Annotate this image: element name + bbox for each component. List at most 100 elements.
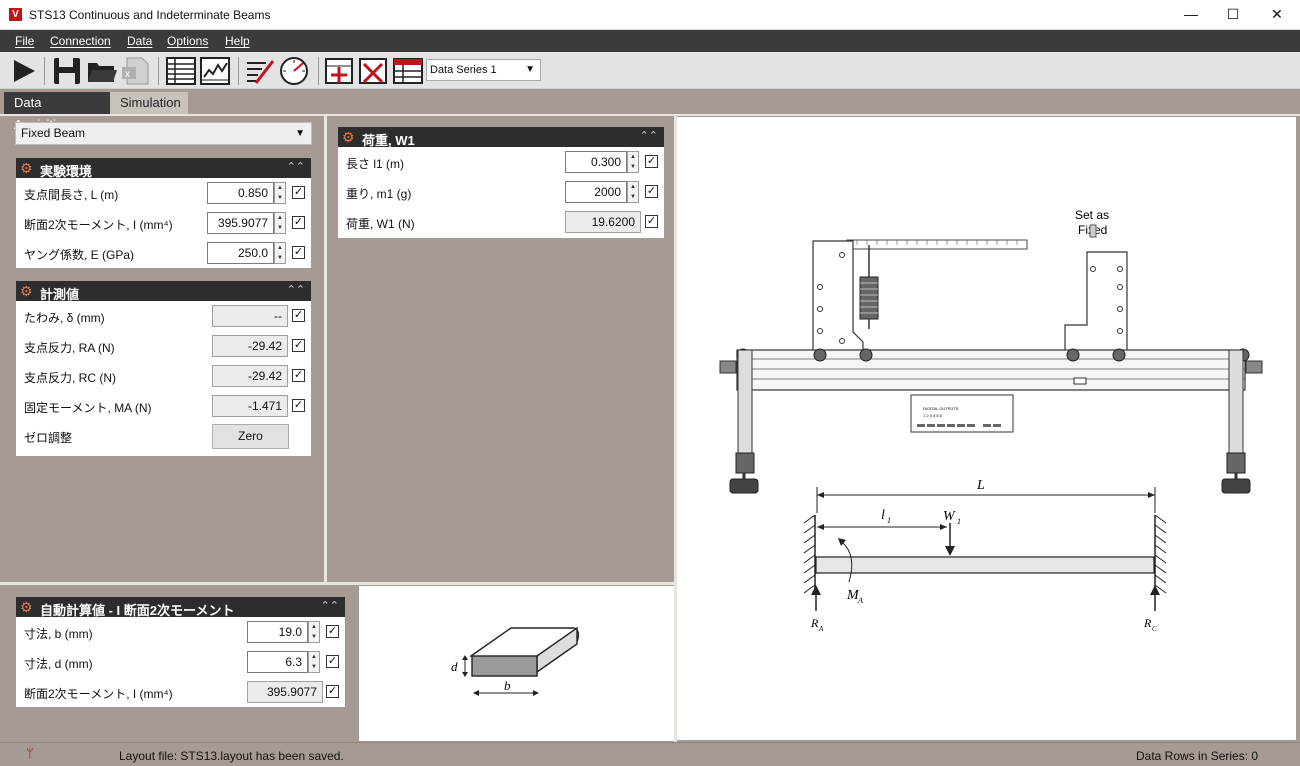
tab-data-acquisition[interactable]: Data Aquisition	[4, 92, 110, 132]
checkbox[interactable]: ✓	[292, 369, 305, 382]
param-row: 重り, m1 (g) 2000 ▲ ▼ ✓	[338, 177, 664, 207]
checkbox[interactable]: ✓	[292, 339, 305, 352]
moment-subscript: A	[857, 596, 863, 605]
minimize-button[interactable]: —	[1168, 0, 1214, 30]
data-series-select[interactable]: Data Series 1 ▼	[426, 59, 541, 81]
diagram-panel: Set as Fixed DIGITAL OUTP	[677, 117, 1296, 740]
table-settings-icon[interactable]	[392, 55, 424, 87]
param-row: 荷重, W1 (N) 19.6200 ✓	[338, 207, 664, 237]
maximize-button[interactable]: ☐	[1210, 0, 1256, 30]
load-length-input[interactable]: 0.300	[565, 151, 627, 173]
play-icon[interactable]	[8, 55, 40, 87]
load-distance-label: l	[881, 508, 885, 523]
load-group-header[interactable]: ⚙ 荷重, W1 ⌃⌃	[338, 127, 664, 148]
pane-divider[interactable]	[0, 582, 676, 585]
toolbar-separator	[44, 57, 45, 85]
spinner[interactable]: ▲ ▼	[627, 151, 639, 173]
field-label: たわみ, δ (mm)	[24, 311, 105, 325]
moment-input[interactable]: 395.9077	[207, 212, 274, 234]
spinner[interactable]: ▲ ▼	[308, 621, 320, 643]
menu-file[interactable]: File	[15, 34, 34, 48]
measured-group-header[interactable]: ⚙ 計測値 ⌃⌃	[16, 281, 311, 302]
checkbox[interactable]: ✓	[326, 625, 339, 638]
youngs-modulus-input[interactable]: 250.0	[207, 242, 274, 264]
load-value: 19.6200	[565, 211, 641, 233]
open-folder-icon[interactable]	[86, 55, 118, 87]
param-row: 寸法, b (mm) 19.0 ▲ ▼ ✓	[16, 617, 345, 647]
environment-group-header[interactable]: ⚙ 実験環境 ⌃⌃	[16, 158, 311, 179]
save-icon[interactable]	[51, 55, 83, 87]
field-label: 固定モーメント, MA (N)	[24, 401, 152, 415]
load-group: ⚙ 荷重, W1 ⌃⌃ 長さ l1 (m) 0.300 ▲ ▼ ✓ 重り, m1 (g) 20…	[338, 127, 664, 238]
checkbox[interactable]: ✓	[645, 215, 658, 228]
reaction-c-subscript: C	[1152, 625, 1157, 633]
app-logo: V	[9, 8, 22, 21]
gauge-icon[interactable]	[278, 55, 310, 87]
menu-help[interactable]: Help	[225, 34, 250, 48]
pane-divider[interactable]	[324, 114, 327, 582]
add-row-icon[interactable]	[324, 55, 356, 87]
param-row: ゼロ調整 Zero	[16, 421, 311, 451]
field-label: 断面2次モーメント, I (mm⁴)	[24, 218, 173, 232]
zero-button[interactable]: Zero	[212, 424, 289, 449]
load-distance-subscript: 1	[887, 516, 891, 525]
spinner[interactable]: ▲ ▼	[274, 182, 286, 204]
toolbar-separator	[318, 57, 319, 85]
checkbox[interactable]: ✓	[645, 155, 658, 168]
width-b-input[interactable]: 19.0	[247, 621, 308, 643]
tab-simulation[interactable]: Simulation	[110, 92, 188, 114]
panel-label: DIGITAL OUTPUTS	[923, 406, 959, 411]
width-label: b	[504, 678, 511, 693]
beam-type-value: Fixed Beam	[21, 126, 86, 140]
collapse-icon[interactable]: ⌃⌃	[287, 160, 305, 173]
collapse-icon[interactable]: ⌃⌃	[287, 283, 305, 296]
spinner[interactable]: ▲ ▼	[627, 181, 639, 203]
reaction-a-subscript: A	[818, 625, 824, 633]
environment-group: ⚙ 実験環境 ⌃⌃ 支点間長さ, L (m) 0.850 ▲ ▼ ✓ 断面2次モーメント, …	[16, 158, 311, 268]
spinner[interactable]: ▲ ▼	[274, 212, 286, 234]
title-bar: V STS13 Continuous and Indeterminate Bea…	[0, 0, 1300, 30]
depth-d-input[interactable]: 6.3	[247, 651, 308, 673]
reaction-a-value: -29.42	[212, 335, 288, 357]
param-row: 固定モーメント, MA (N) -1.471 ✓	[16, 391, 311, 421]
menu-connection[interactable]: Connection	[50, 34, 111, 48]
beam-type-select[interactable]: Fixed Beam ▼	[15, 122, 312, 145]
checkbox[interactable]: ✓	[292, 246, 305, 259]
zero-adjust-label: ゼロ調整	[24, 431, 73, 445]
checkbox[interactable]: ✓	[326, 685, 339, 698]
checkbox[interactable]: ✓	[326, 655, 339, 668]
spinner[interactable]: ▲ ▼	[274, 242, 286, 264]
menu-data[interactable]: Data	[127, 34, 152, 48]
param-row: 支点間長さ, L (m) 0.850 ▲ ▼ ✓	[16, 178, 311, 208]
menu-options[interactable]: Options	[167, 34, 208, 48]
param-row: ヤング係数, E (GPa) 250.0 ▲ ▼ ✓	[16, 238, 311, 268]
param-row: 断面2次モーメント, I (mm⁴) 395.9077 ✓	[16, 677, 345, 707]
checkbox[interactable]: ✓	[292, 186, 305, 199]
field-label: 荷重, W1 (N)	[346, 217, 415, 231]
field-label: 断面2次モーメント, I (mm⁴)	[24, 687, 173, 701]
chevron-down-icon: ▼	[525, 64, 535, 75]
checkbox[interactable]: ✓	[292, 216, 305, 229]
status-bar: ᛘ Layout file: STS13.layout has been sav…	[0, 742, 1300, 766]
table-icon[interactable]	[165, 55, 197, 87]
checkbox[interactable]: ✓	[645, 185, 658, 198]
depth-label: d	[451, 659, 458, 674]
close-button[interactable]: ✕	[1254, 0, 1300, 30]
mass-input[interactable]: 2000	[565, 181, 627, 203]
edit-icon[interactable]	[244, 55, 276, 87]
chevron-down-icon: ▼	[295, 128, 305, 139]
export-excel-icon[interactable]: x	[120, 55, 152, 87]
auto-calc-group-header[interactable]: ⚙ 自動計算値 - I 断面2次モーメント ⌃⌃	[16, 597, 345, 618]
data-series-value: Data Series 1	[430, 64, 497, 76]
graph-icon[interactable]	[199, 55, 231, 87]
checkbox[interactable]: ✓	[292, 399, 305, 412]
collapse-icon[interactable]: ⌃⌃	[321, 599, 339, 612]
checkbox[interactable]: ✓	[292, 309, 305, 322]
field-label: 支点反力, RA (N)	[24, 341, 115, 355]
length-input[interactable]: 0.850	[207, 182, 274, 204]
second-moment-value: 395.9077	[247, 681, 323, 703]
collapse-icon[interactable]: ⌃⌃	[640, 129, 658, 142]
param-row: 支点反力, RA (N) -29.42 ✓	[16, 331, 311, 361]
spinner[interactable]: ▲ ▼	[308, 651, 320, 673]
delete-row-icon[interactable]	[358, 55, 390, 87]
